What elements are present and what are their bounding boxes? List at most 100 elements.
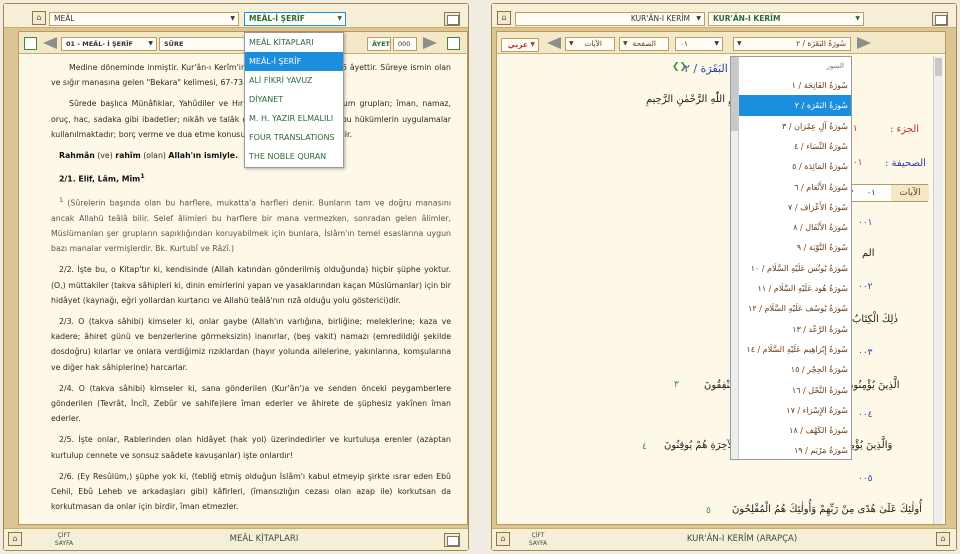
ayet-label: ÂYET [367,37,391,51]
surah-list-item[interactable]: سُورَةُ النِّسَاء / ٤ [735,136,851,157]
surah-list-item[interactable]: سُورَةُ الكَهْف / ١٨ [735,420,851,441]
surah-list-item[interactable]: سُورَةُ البَقَرَة / ٢ [735,95,851,117]
surah-select[interactable]: 01 - MEÂL- İ ŞERÎF ▼ [61,37,157,51]
surah-list-item[interactable]: سُورَةُ الأَنْفَال / ٨ [735,217,851,238]
scrollbar-thumb[interactable] [935,58,942,76]
chevron-down-icon: ▼ [337,15,342,22]
home-button-bottom-right[interactable]: ⌂ [936,532,950,546]
language-select[interactable]: عربي ▼ [501,38,539,52]
page-view-button-bottom[interactable] [444,533,460,547]
surah-list-item[interactable]: سُورَةُ المَائِدَة / ٥ [735,156,851,177]
ayah-number-3: ٠٠٣ [858,348,873,358]
sure-label-select[interactable]: SÛRE [159,37,245,51]
ayah-number-5: ٠٠٥ [858,474,873,484]
ayat-box-label: الآيات [891,185,929,201]
surah-list-item[interactable]: سُورَةُ مَرْيَم / ١٩ [735,440,851,459]
chevron-down-icon: ▼ [737,40,742,47]
surah-list-title: السور [826,62,844,70]
surah-scrollbar-thumb[interactable] [731,57,738,131]
surah-scrollbar[interactable] [731,57,739,459]
home-button-bottom[interactable]: ⌂ [496,532,510,546]
ayah-mark-3: ٣ [674,380,679,390]
dropdown-item-four-translations[interactable]: FOUR TRANSLATIONS [245,128,343,147]
ayah-text-5: أُولٰئِكَ عَلَىٰ هُدًى مِنْ رَبِّهِمْ وَ… [732,504,922,515]
verse-2-1: 2/1. Elif, Lâm, Mîm1 [59,172,145,184]
ayah-number-1: ٠٠١ [858,218,873,228]
ayah-mark-5: ٥ [706,506,711,516]
dropdown-item-meal-i-serif[interactable]: MEÂL-İ ŞERÎF [245,52,343,71]
double-page-button[interactable]: ÇİFT SAYFA [48,530,80,548]
dropdown-item-ali-fikri-yavuz[interactable]: ALİ FİKRİ YAVUZ [245,71,343,90]
next-arrow-icon[interactable] [423,37,437,49]
surah-select[interactable]: سُورَةُ البَقَرَة / ٢ ▼ [733,37,851,51]
dropdown-item-noble-quran[interactable]: THE NOBLE QURAN [245,147,343,166]
scrollbar[interactable] [933,56,943,524]
juz-label: الجزء : [890,124,920,135]
page-view-button[interactable] [932,12,948,26]
surah-dropdown[interactable]: السور سُورَةُ الفَاتِحَة / ١ سُورَةُ البَ… [730,56,852,460]
surah-list-item[interactable]: سُورَةُ النَّحْل / ١٦ [735,380,851,401]
surah-list-item[interactable]: سُورَةُ الأَنْعَام / ٦ [735,177,851,198]
juz-select[interactable]: ٠١ ▼ [675,37,723,51]
next-arrow-icon[interactable] [857,37,871,49]
quran-select[interactable]: KUR'ÂN-I KERÎM ▼ [708,12,864,26]
surah-list-item[interactable]: سُورَةُ هُود عَلَيْهِ السَّلَام / ١١ [735,278,851,299]
chevron-down-icon: ▼ [696,15,701,22]
verse-2-2: 2/2. İşte bu, o Kitap'tır ki, kendisinde… [51,265,451,305]
toggle-box-right[interactable] [447,37,460,50]
toggle-box[interactable] [24,37,37,50]
double-page-button[interactable]: ÇİFT SAYFA [522,530,554,548]
right-topbar: ⌂ KUR'ÂN-I KERÎM ▼ KUR'ÂN-I KERÎM ▼ [492,4,956,28]
ayah-line-3: يُنْفِقُونَ [704,380,733,391]
chevron-down-icon: ▼ [530,41,535,48]
surah-list-item[interactable]: سُورَةُ يُونُس عَلَيْهِ السَّلَام / ١٠ [735,258,851,279]
verse-2-3: 2/3. O (takva sâhibi) kimseler ki, onlar… [51,317,451,372]
surah-list-item[interactable]: سُورَةُ الرَّعْد / ١٣ [735,319,851,340]
surah-list-item[interactable]: سُورَةُ الأَعْرَاف / ٧ [735,197,851,218]
verse-2-6: 2/6. (Ey Resûlüm,) şüphe yok ki, (tebliğ… [51,471,451,512]
translation-select[interactable]: MEÂL-İ ŞERÎF ▼ [244,12,346,26]
prev-arrow-icon[interactable] [43,37,57,49]
right-footer: ⌂ ÇİFT SAYFA KUR'ÂN-I KERÎM (ARAPÇA) ⌂ [492,528,956,550]
right-panel: ⌂ KUR'ÂN-I KERÎM ▼ KUR'ÂN-I KERÎM ▼ عربي ▼ … [491,3,957,551]
ayat-select[interactable]: الآيات ▼ [565,37,615,51]
ayat-box-n1: ٠١ [867,188,876,197]
ayah-text-2: ذٰلِكَ الْكِتَابُ [852,314,898,325]
left-footer: ⌂ ÇİFT SAYFA MEÂL KİTAPLARI [4,528,468,550]
home-button[interactable]: ⌂ [32,11,46,25]
chevron-down-icon: ▼ [714,40,719,47]
chevron-down-icon: ▼ [855,15,860,22]
surah-list-item[interactable]: سُورَةُ إِبْرَاهِيم عَلَيْهِ السَّلَام /… [735,339,851,360]
translation-dropdown[interactable]: MEÂL KİTAPLARI MEÂL-İ ŞERÎF ALİ FİKRİ YA… [244,32,344,168]
ayat-box: ٠٢ ٠١ الآيات [840,184,929,202]
chevron-down-icon: ▼ [569,40,574,47]
ayah-text-1: الم [862,248,875,259]
page-view-button[interactable] [444,12,460,26]
verse-2-4: 2/4. O (takva sâhibi) kimseler ki, sana … [51,383,451,424]
surah-list-item[interactable]: سُورَةُ الفَاتِحَة / ١ [735,75,851,96]
chevron-down-icon: ▼ [148,40,153,47]
dropdown-item-diyanet[interactable]: DİYANET [245,90,343,109]
surah-list-item[interactable]: سُورَةُ آلِ عِمْرَان / ٣ [735,116,851,137]
ayah-number-4: ٠٠٤ [858,410,873,420]
ayet-select[interactable]: 000 [393,37,417,51]
surah-list-item[interactable]: سُورَةُ التَّوْبَة / ٩ [735,237,851,258]
surah-list-item[interactable]: سُورَةُ الإِسْرَاء / ١٧ [735,400,851,421]
book-category-select[interactable]: MEÂL ▼ [49,12,239,26]
chevron-down-icon: ▼ [623,40,628,47]
verse-2-5: 2/5. İşte onlar, Rablerinden olan hidâye… [51,435,451,460]
chevron-down-icon: ▼ [230,15,235,22]
prev-arrow-icon[interactable] [547,37,561,49]
surah-list-item[interactable]: سُورَةُ يُوسُف عَلَيْهِ السَّلَام / ١٢ [735,298,851,319]
page-select[interactable]: الصفحة ▼ [619,37,669,51]
home-button-bottom[interactable]: ⌂ [8,532,22,546]
dropdown-item-elmalili[interactable]: M. H. YAZIR ELMALILI [245,109,343,128]
home-button[interactable]: ⌂ [497,11,511,25]
dropdown-item-meal-kitaplari[interactable]: MEÂL KİTAPLARI [245,33,343,52]
footnote-1: 1 (Sûrelerin başında olan bu harflere, m… [51,196,451,254]
header-ornament: ❮❯ [672,62,688,72]
ayah-line-4: بِالْآخِرَةِ هُمْ يُوقِنُونَ [664,440,740,451]
book-category-select[interactable]: KUR'ÂN-I KERÎM ▼ [515,12,705,26]
footer-title: MEÂL KİTAPLARI [229,534,299,544]
surah-list-item[interactable]: سُورَةُ الحِجْر / ١٥ [735,359,851,380]
